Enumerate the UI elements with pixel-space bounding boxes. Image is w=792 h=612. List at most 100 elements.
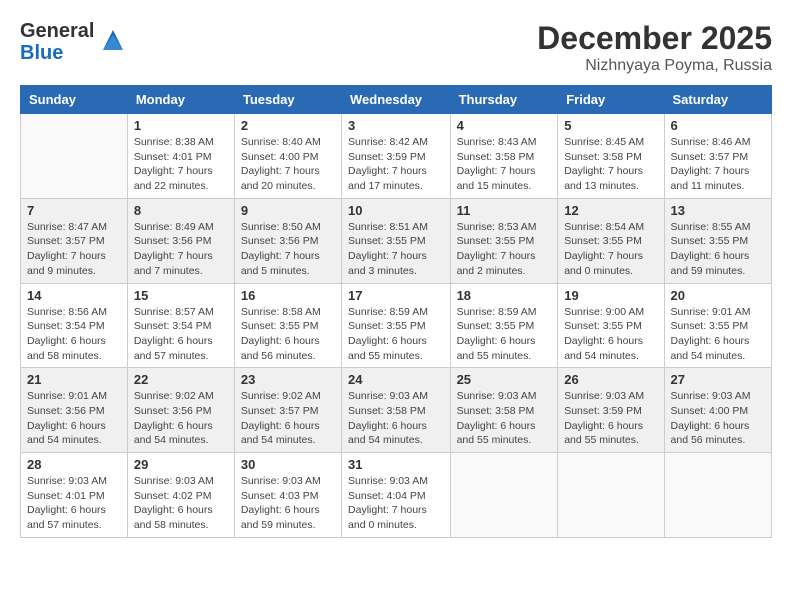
calendar-cell: 14 Sunrise: 8:56 AM Sunset: 3:54 PM Dayli… [21,283,128,368]
day-info: Sunrise: 9:01 AM Sunset: 3:55 PM Dayligh… [671,305,765,364]
day-number: 13 [671,203,765,218]
logo-blue: Blue [20,42,63,64]
calendar-cell: 7 Sunrise: 8:47 AM Sunset: 3:57 PM Daylig… [21,198,128,283]
day-info: Sunrise: 8:45 AM Sunset: 3:58 PM Dayligh… [564,135,657,194]
calendar-cell: 31 Sunrise: 9:03 AM Sunset: 4:04 PM Dayli… [342,453,451,538]
weekday-header-row: SundayMondayTuesdayWednesdayThursdayFrid… [21,86,772,114]
calendar-cell: 28 Sunrise: 9:03 AM Sunset: 4:01 PM Dayli… [21,453,128,538]
calendar-cell: 30 Sunrise: 9:03 AM Sunset: 4:03 PM Dayli… [234,453,341,538]
day-number: 7 [27,203,121,218]
day-info: Sunrise: 8:49 AM Sunset: 3:56 PM Dayligh… [134,220,228,279]
day-info: Sunrise: 8:50 AM Sunset: 3:56 PM Dayligh… [241,220,335,279]
calendar-cell: 8 Sunrise: 8:49 AM Sunset: 3:56 PM Daylig… [127,198,234,283]
calendar-cell: 23Sunrise: 9:02 AM Sunset: 3:57 PM Dayli… [234,368,341,453]
weekday-header-tuesday: Tuesday [234,86,341,114]
calendar-cell: 27 Sunrise: 9:03 AM Sunset: 4:00 PM Dayli… [664,368,771,453]
calendar-cell: 6Sunrise: 8:46 AM Sunset: 3:57 PM Daylig… [664,114,771,199]
weekday-header-thursday: Thursday [450,86,558,114]
day-number: 20 [671,288,765,303]
day-info: Sunrise: 9:03 AM Sunset: 4:03 PM Dayligh… [241,474,335,533]
day-number: 10 [348,203,444,218]
calendar-cell: 24 Sunrise: 9:03 AM Sunset: 3:58 PM Dayli… [342,368,451,453]
day-info: Sunrise: 9:03 AM Sunset: 3:58 PM Dayligh… [457,389,552,448]
day-info: Sunrise: 8:53 AM Sunset: 3:55 PM Dayligh… [457,220,552,279]
calendar-cell: 20 Sunrise: 9:01 AM Sunset: 3:55 PM Dayli… [664,283,771,368]
calendar-cell: 19 Sunrise: 9:00 AM Sunset: 3:55 PM Dayli… [558,283,664,368]
calendar-cell: 15 Sunrise: 8:57 AM Sunset: 3:54 PM Dayli… [127,283,234,368]
day-info: Sunrise: 8:51 AM Sunset: 3:55 PM Dayligh… [348,220,444,279]
day-info: Sunrise: 8:47 AM Sunset: 3:57 PM Dayligh… [27,220,121,279]
calendar-cell: 12 Sunrise: 8:54 AM Sunset: 3:55 PM Dayli… [558,198,664,283]
logo: General Blue [20,20,128,64]
day-info: Sunrise: 8:54 AM Sunset: 3:55 PM Dayligh… [564,220,657,279]
calendar-cell: 22Sunrise: 9:02 AM Sunset: 3:56 PM Dayli… [127,368,234,453]
day-info: Sunrise: 9:03 AM Sunset: 4:02 PM Dayligh… [134,474,228,533]
day-info: Sunrise: 9:03 AM Sunset: 4:00 PM Dayligh… [671,389,765,448]
calendar-cell: 21Sunrise: 9:01 AM Sunset: 3:56 PM Dayli… [21,368,128,453]
calendar-cell [558,453,664,538]
header: General Blue December 2025 Nizhnyaya Poy… [20,20,772,75]
weekday-header-sunday: Sunday [21,86,128,114]
calendar-cell: 26Sunrise: 9:03 AM Sunset: 3:59 PM Dayli… [558,368,664,453]
calendar-cell: 9 Sunrise: 8:50 AM Sunset: 3:56 PM Daylig… [234,198,341,283]
day-number: 5 [564,118,657,133]
calendar-cell [664,453,771,538]
day-number: 9 [241,203,335,218]
day-info: Sunrise: 8:59 AM Sunset: 3:55 PM Dayligh… [348,305,444,364]
day-info: Sunrise: 9:03 AM Sunset: 3:58 PM Dayligh… [348,389,444,448]
day-number: 15 [134,288,228,303]
calendar-cell: 11 Sunrise: 8:53 AM Sunset: 3:55 PM Dayli… [450,198,558,283]
calendar-cell: 25Sunrise: 9:03 AM Sunset: 3:58 PM Dayli… [450,368,558,453]
calendar-week-row: 14 Sunrise: 8:56 AM Sunset: 3:54 PM Dayli… [21,283,772,368]
day-info: Sunrise: 8:57 AM Sunset: 3:54 PM Dayligh… [134,305,228,364]
calendar-week-row: 21Sunrise: 9:01 AM Sunset: 3:56 PM Dayli… [21,368,772,453]
calendar-week-row: 7 Sunrise: 8:47 AM Sunset: 3:57 PM Daylig… [21,198,772,283]
day-number: 8 [134,203,228,218]
calendar-cell: 16Sunrise: 8:58 AM Sunset: 3:55 PM Dayli… [234,283,341,368]
calendar-cell [450,453,558,538]
calendar-week-row: 1Sunrise: 8:38 AM Sunset: 4:01 PM Daylig… [21,114,772,199]
weekday-header-monday: Monday [127,86,234,114]
weekday-header-saturday: Saturday [664,86,771,114]
day-info: Sunrise: 9:02 AM Sunset: 3:56 PM Dayligh… [134,389,228,448]
day-number: 30 [241,457,335,472]
day-number: 19 [564,288,657,303]
calendar-week-row: 28 Sunrise: 9:03 AM Sunset: 4:01 PM Dayli… [21,453,772,538]
day-number: 12 [564,203,657,218]
day-info: Sunrise: 9:01 AM Sunset: 3:56 PM Dayligh… [27,389,121,448]
day-number: 24 [348,372,444,387]
day-number: 27 [671,372,765,387]
day-info: Sunrise: 8:42 AM Sunset: 3:59 PM Dayligh… [348,135,444,194]
day-info: Sunrise: 8:43 AM Sunset: 3:58 PM Dayligh… [457,135,552,194]
day-number: 11 [457,203,552,218]
day-info: Sunrise: 8:59 AM Sunset: 3:55 PM Dayligh… [457,305,552,364]
calendar-cell: 5 Sunrise: 8:45 AM Sunset: 3:58 PM Daylig… [558,114,664,199]
day-info: Sunrise: 8:58 AM Sunset: 3:55 PM Dayligh… [241,305,335,364]
calendar-cell: 13 Sunrise: 8:55 AM Sunset: 3:55 PM Dayli… [664,198,771,283]
day-number: 6 [671,118,765,133]
calendar-cell: 29Sunrise: 9:03 AM Sunset: 4:02 PM Dayli… [127,453,234,538]
day-info: Sunrise: 9:03 AM Sunset: 4:04 PM Dayligh… [348,474,444,533]
title-area: December 2025 Nizhnyaya Poyma, Russia [537,20,772,75]
calendar-cell: 2Sunrise: 8:40 AM Sunset: 4:00 PM Daylig… [234,114,341,199]
day-info: Sunrise: 9:03 AM Sunset: 4:01 PM Dayligh… [27,474,121,533]
logo-icon [98,25,128,60]
weekday-header-friday: Friday [558,86,664,114]
calendar-cell [21,114,128,199]
day-number: 28 [27,457,121,472]
day-info: Sunrise: 8:40 AM Sunset: 4:00 PM Dayligh… [241,135,335,194]
day-info: Sunrise: 8:55 AM Sunset: 3:55 PM Dayligh… [671,220,765,279]
day-info: Sunrise: 8:56 AM Sunset: 3:54 PM Dayligh… [27,305,121,364]
day-number: 3 [348,118,444,133]
calendar-cell: 4 Sunrise: 8:43 AM Sunset: 3:58 PM Daylig… [450,114,558,199]
day-info: Sunrise: 9:00 AM Sunset: 3:55 PM Dayligh… [564,305,657,364]
day-number: 31 [348,457,444,472]
day-number: 14 [27,288,121,303]
day-number: 18 [457,288,552,303]
calendar-cell: 10 Sunrise: 8:51 AM Sunset: 3:55 PM Dayli… [342,198,451,283]
month-title: December 2025 [537,20,772,57]
location-subtitle: Nizhnyaya Poyma, Russia [537,57,772,75]
day-number: 1 [134,118,228,133]
day-number: 4 [457,118,552,133]
day-number: 17 [348,288,444,303]
